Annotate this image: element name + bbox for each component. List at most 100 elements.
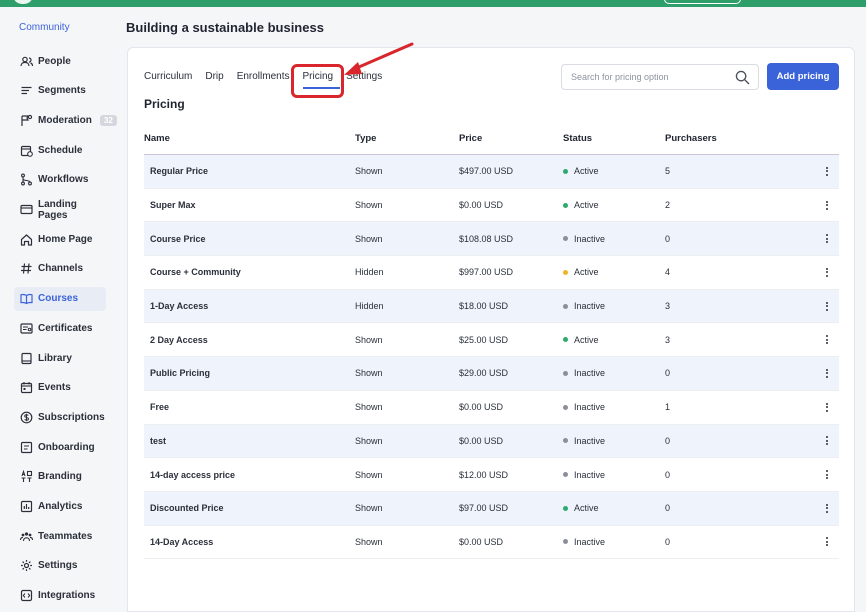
- pricing-purchasers: 3: [665, 334, 671, 345]
- pricing-price: $0.00 USD: [459, 402, 504, 413]
- pricing-price: $29.00 USD: [459, 368, 509, 379]
- sidebar-item-label: People: [38, 55, 71, 67]
- table-row[interactable]: Discounted Price Shown $97.00 USD Active 0: [144, 491, 839, 526]
- segments-icon: [20, 84, 33, 97]
- library-icon: [20, 352, 33, 365]
- sidebar-item-events[interactable]: Events: [14, 376, 106, 400]
- sidebar-item-library[interactable]: Library: [14, 346, 106, 370]
- pricing-type: Hidden: [355, 301, 384, 312]
- more-options-icon[interactable]: [822, 536, 832, 548]
- status-label: Inactive: [574, 435, 606, 446]
- row-menu-cell: [815, 165, 839, 177]
- more-options-icon[interactable]: [822, 165, 832, 177]
- status-dot-icon: [563, 303, 568, 309]
- row-menu-cell: [815, 266, 839, 278]
- tab-drip[interactable]: Drip: [205, 70, 230, 86]
- sidebar-item-onboarding[interactable]: Onboarding: [14, 435, 106, 459]
- sidebar-item-workflows[interactable]: Workflows: [14, 168, 106, 192]
- more-options-icon[interactable]: [822, 199, 832, 211]
- table-row[interactable]: Course Price Shown $108.08 USD Inactive 0: [144, 222, 839, 257]
- sidebar-item-landing-pages[interactable]: Landing Pages: [14, 198, 106, 222]
- table-row[interactable]: 1-Day Access Hidden $18.00 USD Inactive 3: [144, 289, 839, 324]
- table-row[interactable]: 2 Day Access Shown $25.00 USD Active 3: [144, 323, 839, 358]
- certificate-icon: [20, 322, 33, 335]
- sidebar-item-label: Workflows: [38, 174, 89, 186]
- search-input[interactable]: [562, 72, 727, 82]
- table-row[interactable]: test Shown $0.00 USD Inactive 0: [144, 424, 839, 459]
- more-options-icon[interactable]: [822, 233, 832, 245]
- more-options-icon[interactable]: [822, 502, 832, 514]
- tab-curriculum[interactable]: Curriculum: [144, 70, 199, 86]
- header-type: Type: [355, 133, 377, 144]
- pricing-purchasers: 5: [665, 166, 671, 177]
- sidebar-item-moderation[interactable]: Moderation 32: [14, 108, 117, 132]
- sidebar-item-teammates[interactable]: Teammates: [14, 524, 106, 548]
- status-dot-icon: [563, 202, 568, 208]
- pricing-purchasers: 0: [665, 233, 671, 244]
- header-status: Status: [563, 133, 593, 144]
- sidebar-title[interactable]: Community: [19, 22, 70, 33]
- pricing-type: Shown: [355, 503, 383, 514]
- tab-enrollments[interactable]: Enrollments: [237, 70, 297, 86]
- table-row[interactable]: Free Shown $0.00 USD Inactive 1: [144, 391, 839, 425]
- sidebar-item-certificates[interactable]: Certificates: [14, 316, 106, 340]
- table-row[interactable]: Super Max Shown $0.00 USD Active 2: [144, 189, 839, 223]
- status-dot-icon: [563, 370, 568, 376]
- pricing-purchasers: 4: [665, 267, 671, 278]
- sidebar-item-label: Schedule: [38, 144, 83, 156]
- add-pricing-button[interactable]: Add pricing: [767, 63, 839, 90]
- row-menu-cell: [815, 469, 839, 481]
- sidebar-item-schedule[interactable]: Schedule: [14, 138, 106, 162]
- pricing-name: 14-day access price: [150, 469, 236, 480]
- pricing-purchasers: 2: [665, 200, 671, 211]
- sidebar-item-branding[interactable]: Branding: [14, 465, 106, 489]
- sidebar-item-segments[interactable]: Segments: [14, 79, 106, 103]
- table-row[interactable]: Public Pricing Shown $29.00 USD Inactive 0: [144, 357, 839, 391]
- search-icon[interactable]: [735, 70, 750, 85]
- pricing-price: $108.08 USD: [459, 233, 514, 244]
- moderation-count-badge: 32: [99, 114, 117, 126]
- pricing-purchasers: 1: [665, 402, 671, 413]
- sidebar-item-integrations[interactable]: Integrations: [14, 584, 106, 608]
- pricing-type: Shown: [355, 233, 383, 244]
- more-options-icon[interactable]: [822, 334, 832, 346]
- more-options-icon[interactable]: [822, 367, 832, 379]
- more-options-icon[interactable]: [822, 435, 832, 447]
- more-options-icon[interactable]: [822, 469, 832, 481]
- pricing-name: Discounted Price: [150, 503, 224, 514]
- header-name: Name: [144, 133, 170, 144]
- pricing-status: Inactive: [563, 402, 665, 412]
- sidebar-item-analytics[interactable]: Analytics: [14, 495, 106, 519]
- pricing-status: Inactive: [563, 368, 665, 378]
- sidebar-item-home-page[interactable]: Home Page: [14, 227, 106, 251]
- sidebar-item-subscriptions[interactable]: Subscriptions: [14, 405, 106, 429]
- sidebar-item-settings[interactable]: Settings: [14, 554, 106, 578]
- more-options-icon[interactable]: [822, 266, 832, 278]
- top-bar-button[interactable]: [664, 0, 741, 4]
- table-row[interactable]: 14-Day Access Shown $0.00 USD Inactive 0: [144, 526, 839, 560]
- pricing-status: Inactive: [563, 436, 665, 446]
- pricing-type: Shown: [355, 200, 383, 211]
- sidebar-item-channels[interactable]: Channels: [14, 257, 106, 281]
- pricing-name: 1-Day Access: [150, 301, 209, 312]
- page-title: Building a sustainable business: [126, 20, 324, 35]
- pricing-card: Curriculum Drip Enrollments Pricing Settings…: [127, 42, 855, 612]
- sidebar-item-people[interactable]: People: [14, 49, 106, 73]
- hash-icon: [20, 262, 33, 275]
- more-options-icon[interactable]: [822, 300, 832, 312]
- pricing-status: Inactive: [563, 234, 665, 244]
- calendar-icon: [20, 381, 33, 394]
- app-logo-icon[interactable]: [14, 0, 32, 4]
- sidebar-item-courses[interactable]: Courses: [14, 286, 106, 311]
- pricing-status: Active: [563, 166, 665, 176]
- status-dot-icon: [563, 472, 568, 478]
- search-box[interactable]: [561, 64, 759, 90]
- table-row[interactable]: Course + Community Hidden $997.00 USD Activ…: [144, 256, 839, 290]
- more-options-icon[interactable]: [822, 401, 832, 413]
- table-row[interactable]: Regular Price Shown $497.00 USD Active 5: [144, 155, 839, 189]
- status-dot-icon: [563, 168, 568, 174]
- pricing-status: Inactive: [563, 301, 665, 311]
- table-row[interactable]: 14-day access price Shown $12.00 USD Inacti…: [144, 458, 839, 492]
- row-menu-cell: [815, 199, 839, 211]
- pricing-price: $0.00 USD: [459, 200, 504, 211]
